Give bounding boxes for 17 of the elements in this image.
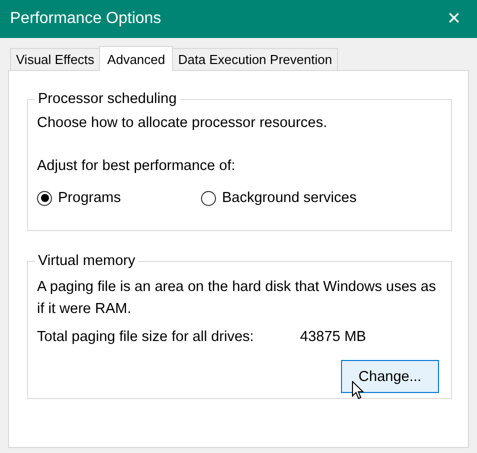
description-text: A paging file is an area on the hard disk that Windows uses as if it were RAM. (37, 278, 437, 319)
radio-label[interactable]: Programs (58, 190, 121, 206)
description-text: Choose how to allocate processor resources. (37, 115, 328, 131)
change-button[interactable]: Change... (341, 360, 439, 393)
tab[interactable]: Visual Effects (10, 48, 100, 70)
radio-button[interactable] (37, 190, 52, 206)
value-text: 43875 MB (300, 329, 366, 345)
group-title: Processor scheduling (37, 91, 178, 107)
tab[interactable]: Data Execution Prevention (172, 48, 338, 70)
tab[interactable]: Advanced (99, 46, 174, 71)
window-title: Performance Options (10, 10, 162, 28)
group-title: Virtual memory (37, 253, 136, 269)
radio-button[interactable] (201, 190, 216, 206)
label-text: Adjust for best performance of: (37, 158, 236, 174)
label-text: Total paging file size for all drives: (37, 329, 255, 345)
close-button[interactable]: ✕ (431, 0, 477, 38)
radio-label[interactable]: Background services (222, 190, 357, 206)
